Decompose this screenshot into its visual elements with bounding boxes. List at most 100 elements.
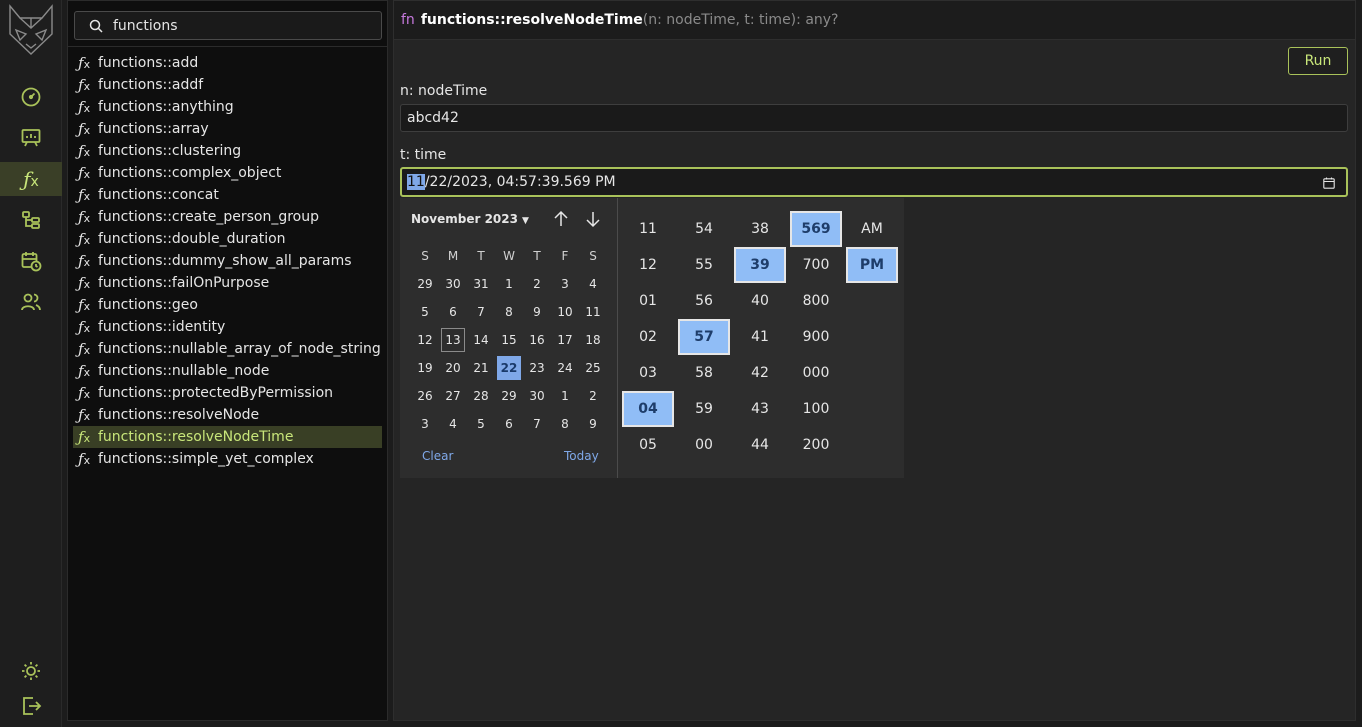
calendar-day[interactable]: 11: [581, 300, 605, 324]
function-list-item[interactable]: ƒx functions::failOnPurpose: [73, 272, 382, 294]
milliseconds-option[interactable]: 100: [790, 391, 842, 427]
seconds-option[interactable]: 44: [734, 427, 786, 463]
nav-tree[interactable]: [0, 203, 62, 237]
calendar-day[interactable]: 1: [497, 272, 521, 296]
calendar-day[interactable]: 29: [413, 272, 437, 296]
calendar-icon[interactable]: [1323, 177, 1335, 189]
month-segment[interactable]: 11: [407, 174, 425, 190]
minutes-option[interactable]: 54: [678, 211, 730, 247]
param-n-input[interactable]: abcd42: [400, 104, 1348, 132]
calendar-day[interactable]: 2: [581, 384, 605, 408]
milliseconds-option[interactable]: 800: [790, 283, 842, 319]
nav-functions[interactable]: ƒx: [0, 162, 62, 196]
calendar-day[interactable]: 2: [525, 272, 549, 296]
calendar-day[interactable]: 30: [441, 272, 465, 296]
calendar-day[interactable]: 5: [413, 300, 437, 324]
function-list-item[interactable]: ƒx functions::resolveNodeTime: [73, 426, 382, 448]
minutes-option[interactable]: 59: [678, 391, 730, 427]
calendar-day[interactable]: 17: [553, 328, 577, 352]
seconds-option[interactable]: 42: [734, 355, 786, 391]
calendar-day[interactable]: 14: [469, 328, 493, 352]
calendar-day[interactable]: 20: [441, 356, 465, 380]
nav-users[interactable]: [0, 285, 62, 319]
seconds-option[interactable]: 40: [734, 283, 786, 319]
nav-schedule[interactable]: [0, 244, 62, 278]
arrow-down-icon[interactable]: [584, 210, 602, 228]
minutes-option[interactable]: 58: [678, 355, 730, 391]
calendar-day[interactable]: 1: [553, 384, 577, 408]
calendar-day[interactable]: 9: [581, 412, 605, 436]
calendar-day[interactable]: 15: [497, 328, 521, 352]
hours-option[interactable]: 11: [622, 211, 674, 247]
function-list-item[interactable]: ƒx functions::resolveNode: [73, 404, 382, 426]
hours-option[interactable]: 02: [622, 319, 674, 355]
calendar-day[interactable]: 8: [553, 412, 577, 436]
calendar-day[interactable]: 3: [413, 412, 437, 436]
function-list-item[interactable]: ƒx functions::create_person_group: [73, 206, 382, 228]
calendar-day[interactable]: 5: [469, 412, 493, 436]
today-button[interactable]: Today: [564, 449, 599, 463]
seconds-option[interactable]: 41: [734, 319, 786, 355]
calendar-day[interactable]: 23: [525, 356, 549, 380]
nav-presentation[interactable]: [0, 121, 62, 155]
hours-option[interactable]: 03: [622, 355, 674, 391]
run-button[interactable]: Run: [1288, 47, 1348, 75]
month-selector[interactable]: November 2023 ▼: [411, 212, 529, 226]
function-list-item[interactable]: ƒx functions::protectedByPermission: [73, 382, 382, 404]
calendar-day[interactable]: 28: [469, 384, 493, 408]
nav-dashboard[interactable]: [0, 80, 62, 114]
calendar-day[interactable]: 21: [469, 356, 493, 380]
calendar-day[interactable]: 16: [525, 328, 549, 352]
calendar-day[interactable]: 19: [413, 356, 437, 380]
function-list-item[interactable]: ƒx functions::double_duration: [73, 228, 382, 250]
milliseconds-option[interactable]: 900: [790, 319, 842, 355]
milliseconds-option[interactable]: 200: [790, 427, 842, 463]
hours-option[interactable]: 04: [622, 391, 674, 427]
calendar-day[interactable]: 29: [497, 384, 521, 408]
milliseconds-option[interactable]: 700: [790, 247, 842, 283]
calendar-day[interactable]: 24: [553, 356, 577, 380]
calendar-day[interactable]: 7: [469, 300, 493, 324]
function-list-item[interactable]: ƒx functions::identity: [73, 316, 382, 338]
function-list-item[interactable]: ƒx functions::array: [73, 118, 382, 140]
hours-option[interactable]: 05: [622, 427, 674, 463]
function-list-item[interactable]: ƒx functions::addf: [73, 74, 382, 96]
calendar-day[interactable]: 27: [441, 384, 465, 408]
milliseconds-option[interactable]: 569: [790, 211, 842, 247]
function-list-item[interactable]: ƒx functions::clustering: [73, 140, 382, 162]
calendar-day[interactable]: 25: [581, 356, 605, 380]
function-list-item[interactable]: ƒx functions::dummy_show_all_params: [73, 250, 382, 272]
calendar-day[interactable]: 12: [413, 328, 437, 352]
function-list-item[interactable]: ƒx functions::simple_yet_complex: [73, 448, 382, 470]
minutes-option[interactable]: 57: [678, 319, 730, 355]
calendar-day[interactable]: 7: [525, 412, 549, 436]
calendar-day[interactable]: 6: [441, 300, 465, 324]
calendar-day[interactable]: 22: [497, 356, 521, 380]
minutes-option[interactable]: 55: [678, 247, 730, 283]
function-list-item[interactable]: ƒx functions::complex_object: [73, 162, 382, 184]
calendar-day[interactable]: 9: [525, 300, 549, 324]
ampm-option[interactable]: PM: [846, 247, 898, 283]
function-list-item[interactable]: ƒx functions::anything: [73, 96, 382, 118]
hours-option[interactable]: 01: [622, 283, 674, 319]
arrow-up-icon[interactable]: [552, 210, 570, 228]
function-list-item[interactable]: ƒx functions::nullable_node: [73, 360, 382, 382]
calendar-day[interactable]: 4: [581, 272, 605, 296]
function-list-item[interactable]: ƒx functions::nullable_array_of_node_stri…: [73, 338, 382, 360]
seconds-option[interactable]: 43: [734, 391, 786, 427]
calendar-day[interactable]: 3: [553, 272, 577, 296]
function-list-item[interactable]: ƒx functions::concat: [73, 184, 382, 206]
search-box[interactable]: [74, 11, 382, 40]
milliseconds-option[interactable]: 000: [790, 355, 842, 391]
minutes-option[interactable]: 00: [678, 427, 730, 463]
calendar-day[interactable]: 18: [581, 328, 605, 352]
minutes-option[interactable]: 56: [678, 283, 730, 319]
ampm-option[interactable]: AM: [846, 211, 898, 247]
hours-option[interactable]: 12: [622, 247, 674, 283]
function-list-item[interactable]: ƒx functions::geo: [73, 294, 382, 316]
calendar-day[interactable]: 30: [525, 384, 549, 408]
calendar-day[interactable]: 4: [441, 412, 465, 436]
calendar-day[interactable]: 31: [469, 272, 493, 296]
seconds-option[interactable]: 39: [734, 247, 786, 283]
seconds-option[interactable]: 38: [734, 211, 786, 247]
